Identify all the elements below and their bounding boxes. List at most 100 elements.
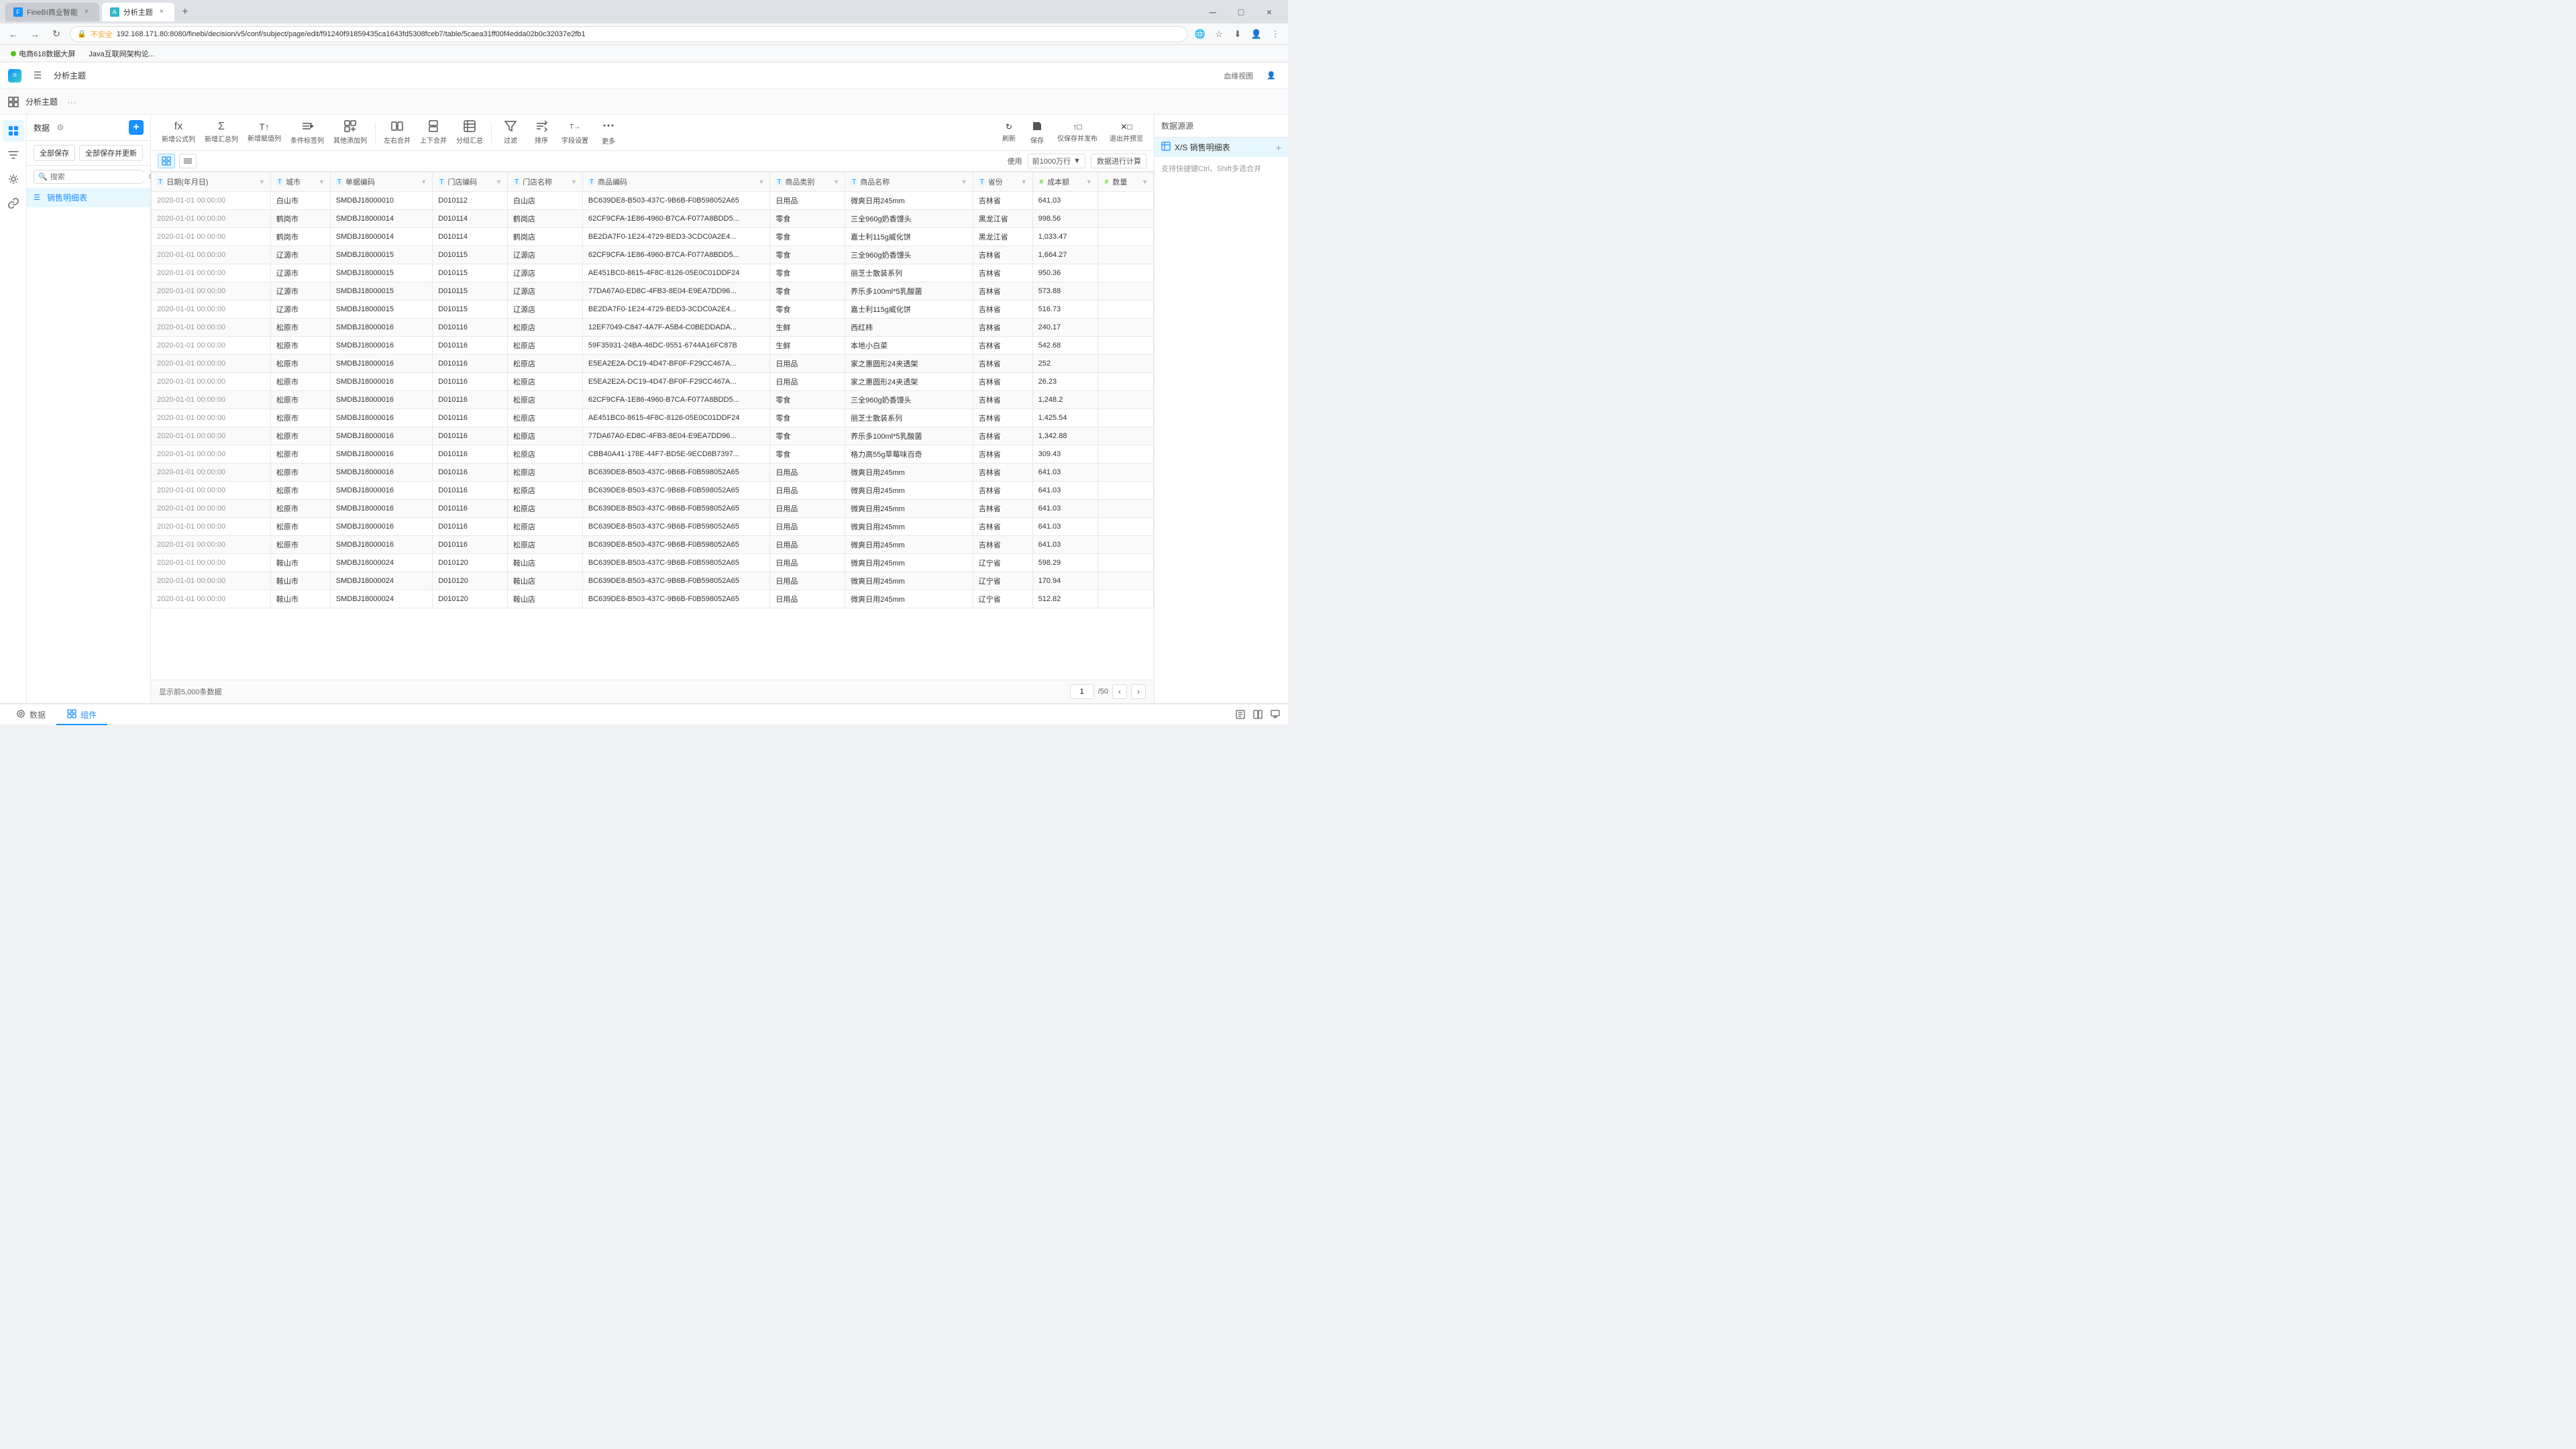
exit-preview-button[interactable]: ✕□ 退出并预览 bbox=[1106, 120, 1147, 145]
bottom-action-2[interactable] bbox=[1250, 707, 1265, 722]
col-type-quantity-icon: # bbox=[1104, 178, 1110, 186]
col-sort-productname-icon[interactable]: ▼ bbox=[961, 178, 967, 185]
group-aggregate-button[interactable]: 分组汇总 bbox=[452, 118, 487, 147]
search-input[interactable] bbox=[50, 173, 146, 181]
bookmark-ecommerce[interactable]: 电商618数据大屏 bbox=[5, 47, 80, 60]
col-header-province[interactable]: T 省份 ▼ bbox=[973, 172, 1032, 192]
cell-16-7: 微爽日用245mm bbox=[845, 482, 973, 500]
col-sort-province-icon[interactable]: ▼ bbox=[1021, 178, 1027, 185]
close-tab2-icon[interactable]: × bbox=[157, 7, 166, 17]
reload-button[interactable]: ↻ bbox=[48, 26, 64, 42]
cell-12-1: 松原市 bbox=[270, 409, 330, 427]
cell-2-2: SMDBJ18000014 bbox=[330, 228, 432, 246]
filter-button[interactable]: 过滤 bbox=[496, 118, 525, 147]
col-sort-order-icon[interactable]: ▼ bbox=[421, 178, 427, 185]
add-tab-button[interactable]: + bbox=[177, 4, 193, 20]
browser-tab-analysis[interactable]: A 分析主题 × bbox=[102, 3, 174, 21]
back-button[interactable]: ← bbox=[5, 26, 21, 42]
col-sort-cost-icon[interactable]: ▼ bbox=[1086, 178, 1092, 185]
col-header-quantity[interactable]: # 数量 ▼ bbox=[1097, 172, 1153, 192]
translate-icon[interactable]: 🌐 bbox=[1193, 27, 1208, 42]
col-header-store-name[interactable]: T 门店名称 ▼ bbox=[508, 172, 583, 192]
col-label-date: 日期(年月日) bbox=[166, 176, 208, 187]
list-view-button[interactable] bbox=[179, 154, 197, 168]
other-add-button[interactable]: 其他添加列 bbox=[329, 118, 371, 147]
sidebar-toggle-icon[interactable]: ☰ bbox=[27, 65, 48, 87]
add-sum-col-button[interactable]: Σ 新增汇总列 bbox=[201, 119, 242, 146]
bookmark-star-icon[interactable]: ☆ bbox=[1212, 27, 1226, 42]
save-all-button[interactable]: 全部保存 bbox=[34, 145, 75, 161]
user-profile-btn[interactable]: 👤 bbox=[1263, 70, 1280, 81]
cell-20-1: 鞍山市 bbox=[270, 554, 330, 572]
col-sort-date-icon[interactable]: ▼ bbox=[259, 178, 265, 185]
col-sort-producttype-icon[interactable]: ▼ bbox=[833, 178, 839, 185]
col-sort-productcode-icon[interactable]: ▼ bbox=[758, 178, 764, 185]
compute-button[interactable]: 数据进行计算 bbox=[1091, 154, 1147, 168]
tab-data[interactable]: 数据 bbox=[5, 705, 56, 725]
add-value-col-button[interactable]: T↑ 新增赋值列 bbox=[244, 120, 285, 145]
cell-1-1: 鹤岗市 bbox=[270, 210, 330, 228]
address-input[interactable]: 🔒 不安全 192.168.171.80:8080/finebi/decisio… bbox=[70, 26, 1187, 42]
bookmark-java[interactable]: Java互联网架构论... bbox=[83, 47, 160, 60]
sidebar-filter-icon[interactable] bbox=[3, 144, 24, 166]
subject-title: 分析主题 bbox=[25, 96, 58, 107]
page-number-input[interactable] bbox=[1070, 684, 1094, 699]
close-tab1-icon[interactable]: × bbox=[82, 7, 91, 17]
col-header-city[interactable]: T 城市 ▼ bbox=[270, 172, 330, 192]
col-header-cost[interactable]: # 成本额 ▼ bbox=[1032, 172, 1097, 192]
subject-more-button[interactable]: ··· bbox=[64, 95, 79, 109]
tab-component[interactable]: 组件 bbox=[56, 705, 107, 725]
sales-detail-table-item[interactable]: ☰ 销售明细表 bbox=[27, 188, 150, 207]
browser-tab-finebi[interactable]: F FineBI商业智能 × bbox=[5, 3, 99, 21]
sort-button[interactable]: 排序 bbox=[527, 118, 556, 147]
data-add-button[interactable]: + bbox=[129, 120, 144, 135]
col-label-province: 省份 bbox=[988, 176, 1003, 187]
up-down-merge-button[interactable]: 上下合并 bbox=[416, 118, 451, 147]
cell-22-3: D010120 bbox=[433, 590, 508, 608]
left-right-merge-button[interactable]: 左右合并 bbox=[380, 118, 415, 147]
save-update-button[interactable]: 全部保存并更新 bbox=[79, 145, 143, 161]
maximize-button[interactable]: □ bbox=[1228, 3, 1254, 21]
col-header-product-type[interactable]: T 商品类别 ▼ bbox=[770, 172, 845, 192]
col-header-product-code[interactable]: T 商品编码 ▼ bbox=[582, 172, 769, 192]
search-box[interactable]: 🔍 ⚙ bbox=[34, 170, 144, 184]
save-publish-button[interactable]: ↑□ 仅保存并发布 bbox=[1053, 120, 1102, 145]
datasource-add-icon[interactable]: + bbox=[1276, 142, 1281, 153]
sidebar-data-icon[interactable] bbox=[3, 120, 24, 142]
row-limit-selector[interactable]: 前1000万行 ▼ bbox=[1028, 154, 1085, 168]
field-settings-button[interactable]: T→ 字段设置 bbox=[557, 118, 592, 147]
bottom-action-3[interactable] bbox=[1268, 707, 1283, 722]
sidebar-settings-icon[interactable] bbox=[3, 168, 24, 190]
sidebar-link-icon[interactable] bbox=[3, 193, 24, 214]
forward-button[interactable]: → bbox=[27, 26, 43, 42]
col-sort-storename-icon[interactable]: ▼ bbox=[571, 178, 577, 185]
col-header-product-name[interactable]: T 商品名称 ▼ bbox=[845, 172, 973, 192]
cell-14-3: D010116 bbox=[433, 445, 508, 464]
data-panel-settings-icon[interactable]: ⚙ bbox=[54, 121, 67, 134]
data-source-item[interactable]: X/S 销售明细表 + bbox=[1155, 138, 1288, 157]
cell-14-9: 309.43 bbox=[1032, 445, 1097, 464]
page-prev-button[interactable]: ‹ bbox=[1112, 684, 1127, 699]
col-sort-city-icon[interactable]: ▼ bbox=[319, 178, 325, 185]
data-table-wrapper[interactable]: T 日期(年月日) ▼ T 城市 ▼ bbox=[151, 172, 1154, 680]
col-header-store-code[interactable]: T 门店编码 ▼ bbox=[433, 172, 508, 192]
grid-view-button[interactable] bbox=[158, 154, 175, 168]
minimize-button[interactable]: ─ bbox=[1199, 3, 1226, 21]
bottom-action-1[interactable] bbox=[1233, 707, 1248, 722]
col-sort-storecode-icon[interactable]: ▼ bbox=[496, 178, 502, 185]
profile-icon[interactable]: 👤 bbox=[1249, 27, 1264, 42]
blood-view-button[interactable]: 血缘视图 bbox=[1220, 69, 1257, 83]
download-icon[interactable]: ⬇ bbox=[1230, 27, 1245, 42]
col-header-order[interactable]: T 单据编码 ▼ bbox=[330, 172, 432, 192]
col-header-date[interactable]: T 日期(年月日) ▼ bbox=[152, 172, 271, 192]
cell-17-0: 2020-01-01 00:00:00 bbox=[152, 500, 271, 518]
add-formula-col-button[interactable]: fx 新增公式列 bbox=[158, 119, 199, 146]
menu-icon[interactable]: ⋮ bbox=[1268, 27, 1283, 42]
refresh-button[interactable]: ↻ 刷新 bbox=[997, 120, 1021, 145]
more-button[interactable]: 更多 bbox=[594, 117, 623, 148]
col-sort-quantity-icon[interactable]: ▼ bbox=[1142, 178, 1148, 185]
close-window-button[interactable]: × bbox=[1256, 3, 1283, 21]
conditional-label-button[interactable]: 条件标签列 bbox=[286, 118, 328, 147]
page-next-button[interactable]: › bbox=[1131, 684, 1146, 699]
save-button[interactable]: 保存 bbox=[1025, 119, 1049, 147]
